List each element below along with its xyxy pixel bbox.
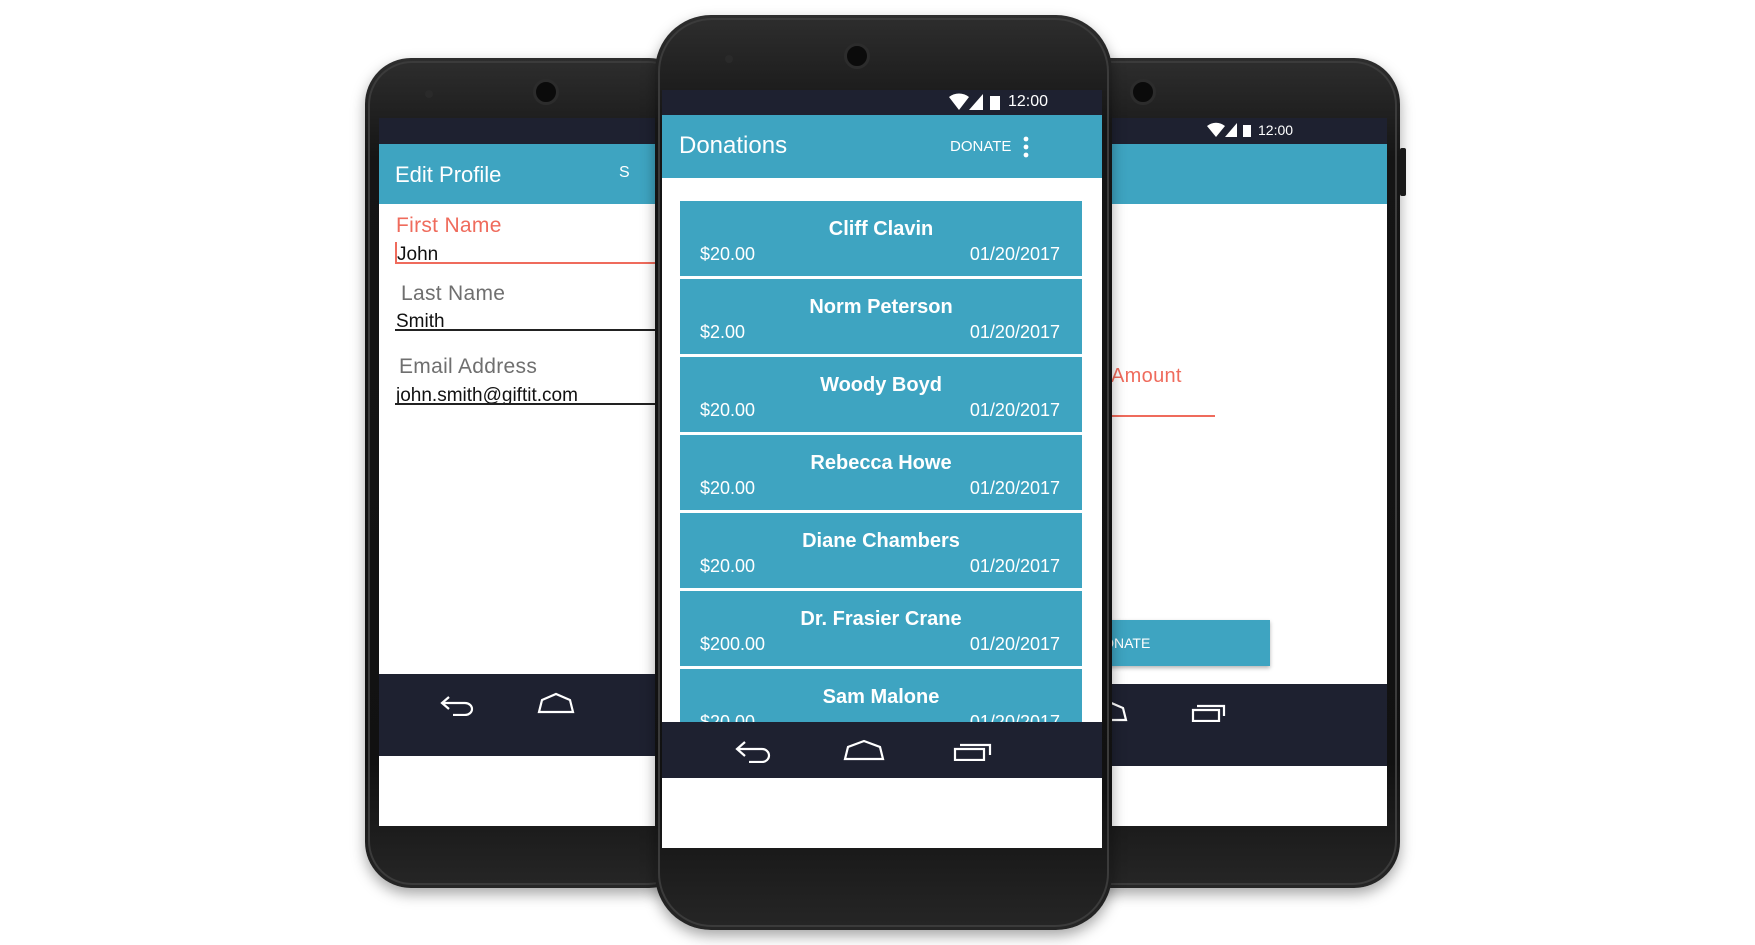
last-name-label: Last Name <box>401 282 506 305</box>
status-bar <box>379 118 695 144</box>
donations-screen: 12:00 Donations DONATE Cliff Clavin $20.… <box>662 90 1102 848</box>
earpiece-speaker <box>1130 79 1156 105</box>
navigation-bar <box>662 722 1102 778</box>
earpiece-speaker <box>533 79 559 105</box>
donation-amount: $2.00 <box>700 322 746 342</box>
donation-date: 01/20/2017 <box>969 244 1060 264</box>
back-icon[interactable] <box>439 694 475 716</box>
donation-amount: $20.00 <box>700 400 756 420</box>
wifi-icon <box>949 93 969 110</box>
donation-card[interactable]: Woody Boyd $20.00 01/20/2017 <box>680 357 1082 432</box>
donation-card[interactable]: Rebecca Howe $20.00 01/20/2017 <box>680 435 1082 510</box>
donation-date: 01/20/2017 <box>969 634 1060 654</box>
donation-amount: $20.00 <box>700 556 756 576</box>
donation-card[interactable]: Dr. Frasier Crane $200.00 01/20/2017 <box>680 591 1082 666</box>
donation-card[interactable]: Norm Peterson $2.00 01/20/2017 <box>680 279 1082 354</box>
first-name-underline <box>395 262 695 264</box>
first-name-label: First Name <box>396 214 502 237</box>
navigation-bar <box>379 674 695 756</box>
edit-profile-screen: Edit Profile S First Name John Last Name… <box>379 118 695 826</box>
side-button <box>1400 148 1406 196</box>
battery-icon <box>1243 125 1251 137</box>
donation-amount: $20.00 <box>700 244 756 264</box>
donation-list: Cliff Clavin $20.00 01/20/2017 Norm Pete… <box>662 178 1102 728</box>
donor-name: Cliff Clavin <box>828 218 934 240</box>
earpiece-speaker <box>844 43 870 69</box>
status-time: 12:00 <box>1008 93 1049 110</box>
save-action-partial[interactable]: S <box>619 164 630 182</box>
page-title: Donations <box>679 132 788 159</box>
donation-date: 01/20/2017 <box>969 400 1060 420</box>
front-camera <box>725 55 733 63</box>
donate-action-button[interactable]: DONATE <box>950 138 1011 155</box>
donation-date: 01/20/2017 <box>969 478 1060 498</box>
donation-amount: $200.00 <box>700 634 766 654</box>
donation-date: 01/20/2017 <box>969 322 1060 342</box>
donation-card[interactable]: Sam Malone $20.00 01/20/2017 <box>680 669 1082 728</box>
signal-icon <box>969 94 983 110</box>
donor-name: Rebecca Howe <box>810 452 952 474</box>
left-phone: Edit Profile S First Name John Last Name… <box>365 58 695 888</box>
donation-card[interactable]: Diane Chambers $20.00 01/20/2017 <box>680 513 1082 588</box>
email-underline <box>395 403 695 405</box>
donor-name: Woody Boyd <box>820 374 942 396</box>
donor-name: Diane Chambers <box>802 530 960 552</box>
recent-apps-icon[interactable] <box>1191 700 1227 722</box>
email-label: Email Address <box>399 355 538 378</box>
status-time: 12:00 <box>1258 122 1294 138</box>
front-camera <box>425 90 433 98</box>
battery-icon <box>990 96 1000 110</box>
page-title: Edit Profile <box>395 162 502 187</box>
app-bar: Edit Profile S <box>379 144 695 204</box>
status-bar: 12:00 <box>662 90 1102 115</box>
donation-amount: $20.00 <box>700 478 756 498</box>
overflow-menu-icon[interactable] <box>1022 136 1030 158</box>
donor-name: Dr. Frasier Crane <box>800 608 962 630</box>
home-icon[interactable] <box>843 739 885 761</box>
home-icon[interactable] <box>537 692 575 714</box>
last-name-underline <box>395 329 695 331</box>
donation-date: 01/20/2017 <box>969 556 1060 576</box>
wifi-icon <box>1207 122 1225 137</box>
donor-name: Norm Peterson <box>809 296 953 318</box>
recent-apps-icon[interactable] <box>953 739 993 761</box>
app-bar: Donations DONATE <box>662 115 1102 178</box>
donor-name: Sam Malone <box>822 686 940 708</box>
donation-card[interactable]: Cliff Clavin $20.00 01/20/2017 <box>680 201 1082 276</box>
back-icon[interactable] <box>734 739 772 763</box>
text-cursor <box>395 242 397 264</box>
center-phone: 12:00 Donations DONATE Cliff Clavin $20.… <box>655 15 1112 930</box>
signal-icon <box>1225 123 1237 137</box>
